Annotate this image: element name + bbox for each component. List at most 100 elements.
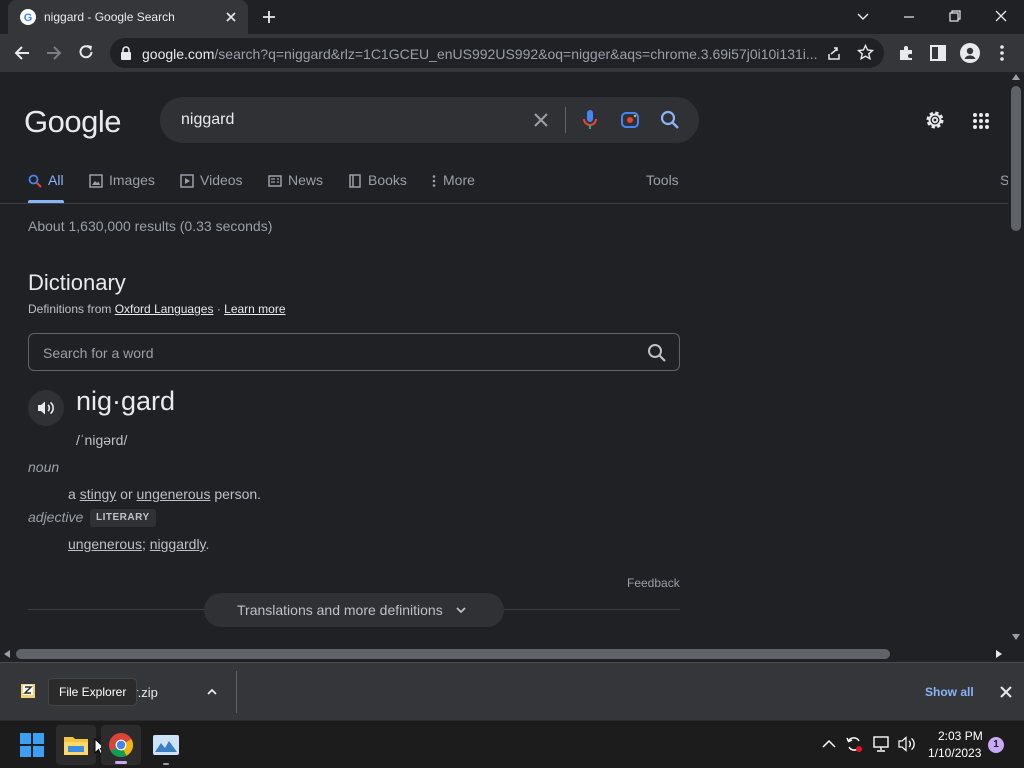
windows-start-icon[interactable]: [20, 733, 44, 757]
speaker-volume-icon: [37, 400, 55, 416]
google-apps-grid-icon[interactable]: [972, 112, 990, 130]
voice-search-mic-icon[interactable]: [582, 109, 598, 131]
search-input[interactable]: niggard: [181, 111, 234, 129]
new-tab-icon[interactable]: [262, 10, 276, 24]
word-search-magnifier-icon[interactable]: [647, 343, 667, 363]
learn-more-link[interactable]: Learn more: [224, 302, 285, 316]
vertical-scroll-thumb[interactable]: [1011, 86, 1021, 231]
network-icon[interactable]: [872, 736, 890, 752]
search-magnifier-icon[interactable]: [660, 110, 680, 130]
zip-file-icon: [20, 683, 36, 699]
stingy-link[interactable]: stingy: [80, 486, 117, 502]
tab-images-label: Images: [109, 172, 155, 188]
clock-date[interactable]: 1/10/2023: [928, 746, 981, 760]
tray-overflow-chevron-up-icon[interactable]: [822, 739, 836, 749]
close-window-icon[interactable]: [994, 9, 1008, 23]
reload-icon[interactable]: [77, 43, 95, 61]
clock-time[interactable]: 2:03 PM: [938, 729, 983, 743]
def-word: or: [120, 486, 133, 502]
cut-off-tab[interactable]: S: [1000, 172, 1008, 188]
share-icon[interactable]: [826, 45, 842, 61]
minimize-icon[interactable]: [902, 10, 916, 24]
vertical-scrollbar[interactable]: [1008, 72, 1024, 646]
folder-icon: [64, 735, 88, 755]
def-punct: .: [205, 536, 210, 552]
close-tab-icon[interactable]: [224, 10, 238, 24]
part-of-speech-adjective: adjective: [28, 509, 84, 525]
url-host: google.com: [142, 46, 215, 62]
noun-definition: a stingy or ungenerous person.: [68, 486, 261, 502]
def-word: person.: [214, 486, 262, 502]
extensions-puzzle-icon[interactable]: [897, 44, 915, 62]
tab-search-chevron-icon[interactable]: [856, 10, 870, 24]
scroll-down-arrow-icon[interactable]: [1012, 634, 1020, 640]
niggardly-link[interactable]: niggardly: [150, 536, 206, 552]
google-lens-camera-icon[interactable]: [620, 110, 640, 130]
lock-icon[interactable]: [120, 46, 132, 60]
source-separator: ·: [216, 302, 221, 316]
profile-avatar-icon[interactable]: [960, 43, 980, 63]
download-file-name[interactable]: r.zip: [134, 685, 158, 700]
feedback-link[interactable]: Feedback: [627, 576, 680, 590]
google-logo[interactable]: Google: [24, 104, 121, 140]
pronunciation-speaker-button[interactable]: [28, 390, 64, 426]
chrome-menu-icon[interactable]: [994, 44, 1010, 62]
dictionary-title: Dictionary: [28, 270, 126, 295]
horizontal-scrollbar[interactable]: [0, 646, 1008, 662]
volume-icon[interactable]: [898, 736, 916, 752]
sync-status-icon[interactable]: [845, 735, 863, 753]
bookmark-star-icon[interactable]: [857, 44, 874, 61]
search-multicolor-icon: [28, 174, 42, 188]
source-prefix: Definitions from: [28, 302, 112, 316]
more-definitions-label: Translations and more definitions: [237, 602, 443, 618]
scroll-left-arrow-icon[interactable]: [4, 650, 10, 658]
horizontal-scroll-thumb[interactable]: [16, 649, 890, 659]
photos-taskbar-button[interactable]: [146, 725, 186, 765]
notification-count-badge[interactable]: 1: [988, 737, 1004, 753]
scroll-right-arrow-icon[interactable]: [996, 650, 1002, 658]
address-bar[interactable]: google.com/search?q=niggard&rlz=1C1GCEU_…: [110, 38, 884, 68]
def-word: a: [68, 486, 76, 502]
svg-text:G: G: [24, 12, 33, 24]
settings-gear-icon[interactable]: [924, 109, 946, 131]
oxford-languages-link[interactable]: Oxford Languages: [115, 302, 214, 316]
search-box-divider: [565, 107, 566, 133]
headword: nig·gard: [76, 386, 176, 416]
tab-more-label: More: [443, 172, 475, 188]
restore-icon[interactable]: [948, 9, 962, 23]
tools-button[interactable]: Tools: [646, 172, 679, 188]
windows-taskbar: 2:03 PM 1/10/2023 1: [0, 720, 1024, 768]
more-vertical-dots-icon: [432, 174, 436, 188]
ungenerous-link[interactable]: ungenerous: [137, 486, 211, 502]
part-of-speech-noun: noun: [28, 459, 60, 475]
adjective-definition: ungenerous; niggardly.: [68, 536, 209, 552]
downloads-bar: r.zip File Explorer Show all: [0, 662, 1024, 720]
scroll-up-arrow-icon[interactable]: [1012, 74, 1020, 80]
url-text: google.com/search?q=niggard&rlz=1C1GCEU_…: [142, 46, 818, 62]
url-path: /search?q=niggard&rlz=1C1GCEU_enUS992US9…: [214, 46, 818, 62]
close-downloads-bar-icon[interactable]: [1000, 686, 1012, 698]
browser-tab[interactable]: G niggard - Google Search: [8, 0, 248, 34]
image-icon: [89, 174, 103, 188]
clear-search-icon[interactable]: [532, 111, 550, 129]
forward-arrow-icon[interactable]: [45, 44, 63, 62]
chrome-taskbar-button[interactable]: [101, 725, 141, 765]
download-options-chevron-up-icon[interactable]: [206, 686, 218, 698]
active-app-indicator: [115, 761, 127, 764]
more-definitions-button[interactable]: Translations and more definitions: [204, 593, 504, 627]
tab-strip: G niggard - Google Search: [0, 0, 1024, 34]
word-search-placeholder: Search for a word: [43, 345, 154, 361]
file-explorer-taskbar-button[interactable]: [56, 725, 96, 765]
show-all-downloads-button[interactable]: Show all: [925, 685, 974, 699]
back-arrow-icon[interactable]: [13, 44, 31, 62]
phonetic-transcription: /ˈniɡərd/: [76, 432, 128, 448]
search-box[interactable]: niggard: [160, 97, 699, 143]
tab-title: niggard - Google Search: [44, 10, 175, 24]
video-play-icon: [180, 174, 194, 188]
side-panel-icon[interactable]: [929, 44, 947, 62]
image-viewer-icon: [153, 735, 179, 755]
download-item-divider: [236, 671, 237, 713]
ungenerous-link[interactable]: ungenerous: [68, 536, 142, 552]
file-explorer-tooltip: File Explorer: [48, 678, 138, 706]
word-search-field[interactable]: Search for a word: [28, 333, 680, 371]
